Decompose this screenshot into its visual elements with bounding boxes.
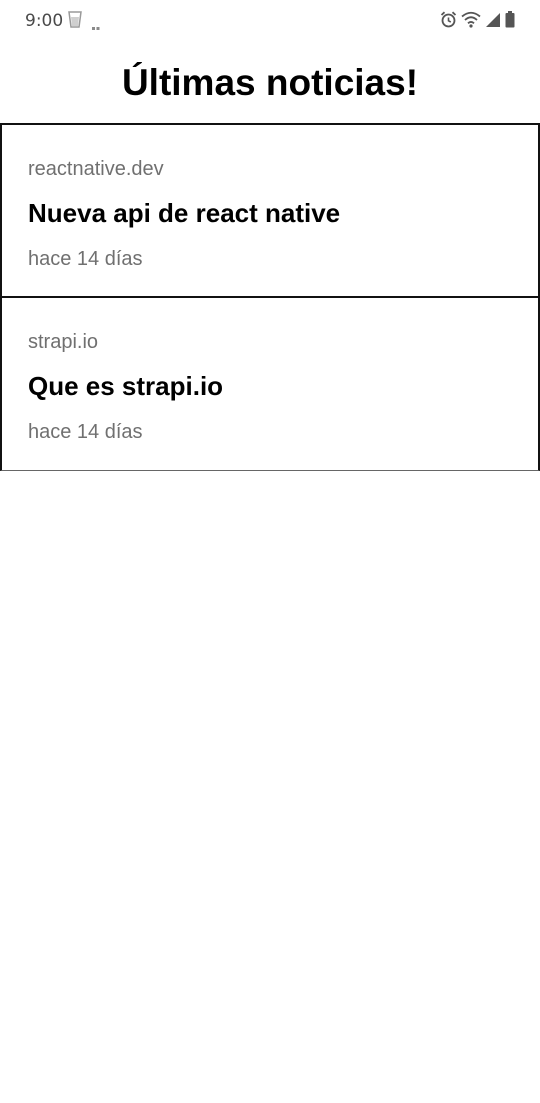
news-time: hace 14 días — [28, 248, 143, 270]
signal-icon — [485, 11, 501, 28]
news-card[interactable]: strapi.io Que es strapi.io hace 14 días — [0, 297, 540, 471]
battery-icon — [505, 11, 515, 28]
dots-icon — [92, 18, 100, 36]
news-source: reactnative.dev — [28, 158, 164, 180]
alarm-icon — [440, 11, 457, 28]
news-title: Que es strapi.io — [28, 371, 224, 401]
status-bar: 9:00 — [0, 0, 540, 44]
cup-icon — [68, 11, 82, 33]
news-time: hace 14 días — [28, 421, 143, 443]
news-list: reactnative.dev Nueva api de react nativ… — [0, 123, 540, 471]
wifi-icon — [461, 11, 481, 28]
news-source: strapi.io — [28, 331, 99, 353]
news-title: Nueva api de react native — [28, 198, 341, 228]
page-title: Últimas noticias! — [121, 62, 419, 103]
status-time: 9:00 — [25, 11, 64, 31]
news-card[interactable]: reactnative.dev Nueva api de react nativ… — [0, 123, 540, 297]
status-icons — [440, 11, 515, 28]
